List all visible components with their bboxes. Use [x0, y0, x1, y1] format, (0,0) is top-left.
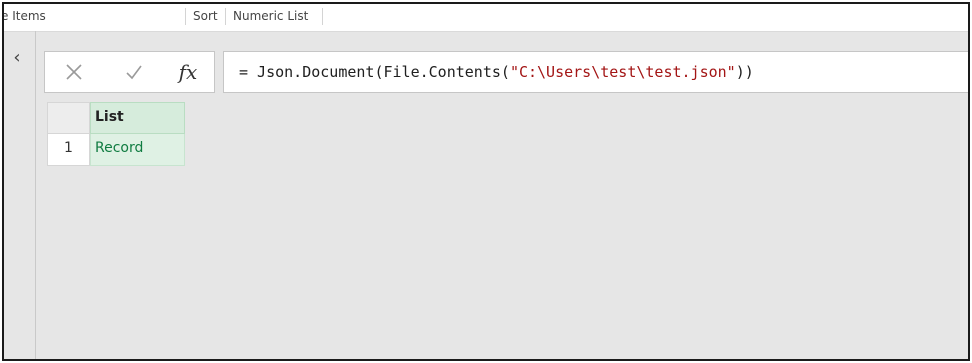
cancel-icon[interactable]: [59, 58, 89, 86]
insert-function-button[interactable]: fx: [173, 58, 203, 86]
ribbon-sort-label[interactable]: Sort: [193, 9, 218, 23]
ribbon-separator: [225, 8, 226, 25]
formula-bar-input[interactable]: = Json.Document(File.Contents("C:\Users\…: [223, 51, 968, 93]
column-header-list[interactable]: List: [90, 102, 185, 134]
ribbon-numeric-list-label[interactable]: Numeric List: [233, 9, 308, 23]
query-editor-window: e Items Sort Numeric List ‹ fx = Json.Do…: [2, 2, 970, 361]
ribbon-separator: [322, 8, 323, 25]
record-cell[interactable]: Record: [90, 134, 185, 166]
formula-prefix: = Json.Document(File.Contents(: [239, 63, 510, 81]
ribbon-items-label[interactable]: e Items: [4, 9, 46, 23]
formula-suffix: )): [735, 63, 754, 81]
formula-path-string: "C:\Users\test\test.json": [509, 63, 736, 81]
ribbon-separator: [185, 8, 186, 25]
grid-corner[interactable]: [47, 102, 90, 134]
collapse-pane-icon[interactable]: ‹: [8, 48, 26, 68]
confirm-icon[interactable]: [119, 58, 149, 86]
queries-pane-edge: [35, 31, 36, 359]
row-number: 1: [47, 134, 90, 166]
formula-controls: fx: [44, 51, 215, 93]
ribbon-strip: e Items Sort Numeric List: [4, 4, 968, 32]
fx-label: fx: [178, 60, 198, 84]
